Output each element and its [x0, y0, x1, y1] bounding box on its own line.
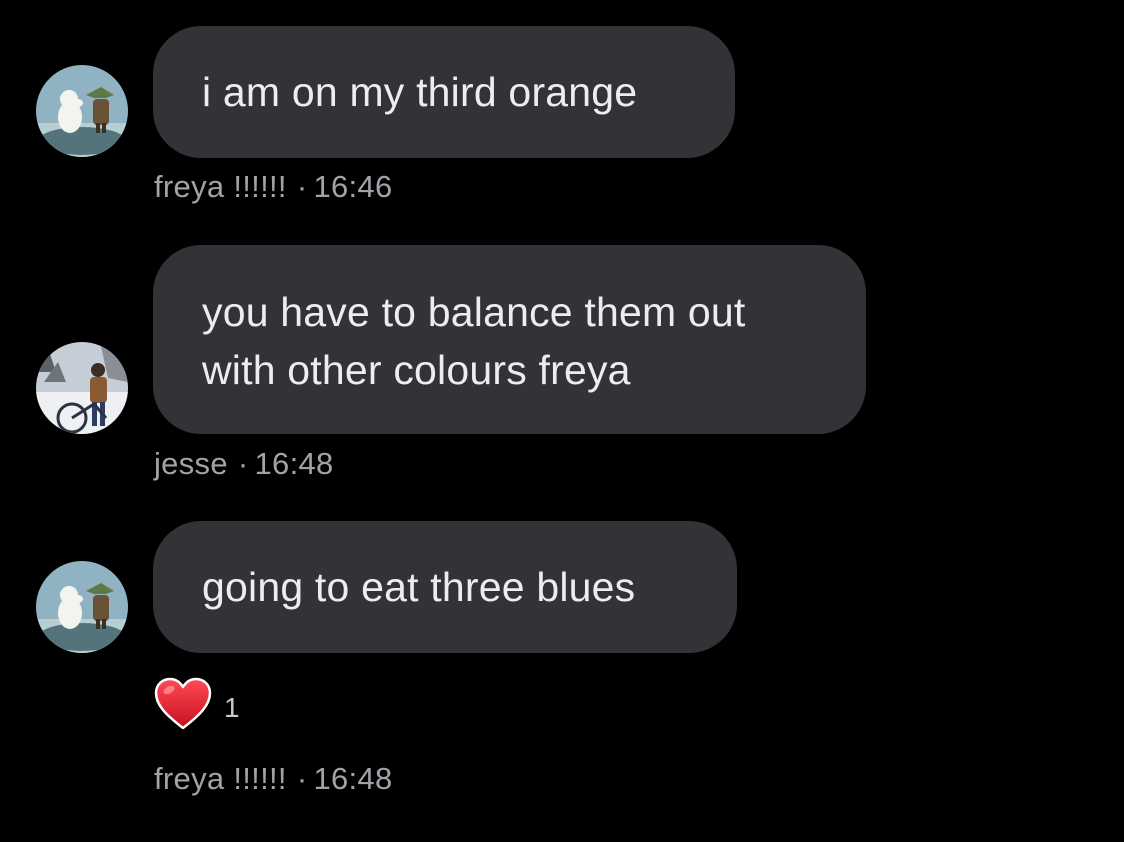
- sender-name[interactable]: freya !!!!!!: [154, 169, 287, 204]
- avatar-freya[interactable]: [36, 561, 128, 653]
- avatar-jesse[interactable]: [36, 342, 128, 434]
- separator-dot: ·: [296, 761, 308, 796]
- separator-dot: ·: [237, 446, 249, 481]
- avatar-freya[interactable]: [36, 65, 128, 157]
- message-meta: freya !!!!!! · 16:48: [154, 761, 393, 797]
- message-text: i am on my third orange: [202, 69, 638, 115]
- separator-dot: ·: [296, 169, 308, 204]
- message-bubble[interactable]: i am on my third orange: [153, 26, 735, 158]
- reaction-count: 1: [224, 692, 240, 723]
- sender-name[interactable]: jesse: [154, 446, 228, 481]
- heart-icon: [154, 677, 212, 736]
- message-text: going to eat three blues: [202, 564, 636, 610]
- reaction[interactable]: 1: [154, 676, 240, 736]
- message-text-line: you have to balance them out: [202, 289, 746, 335]
- timestamp: 16:48: [313, 761, 393, 796]
- sender-name[interactable]: freya !!!!!!: [154, 761, 287, 796]
- message-text-line: with other colours freya: [202, 347, 631, 393]
- timestamp: 16:48: [254, 446, 334, 481]
- message-bubble[interactable]: you have to balance them out with other …: [153, 245, 866, 434]
- timestamp: 16:46: [313, 169, 393, 204]
- message-meta: jesse · 16:48: [154, 446, 334, 482]
- message-meta: freya !!!!!! · 16:46: [154, 169, 393, 205]
- message-bubble[interactable]: going to eat three blues: [153, 521, 737, 653]
